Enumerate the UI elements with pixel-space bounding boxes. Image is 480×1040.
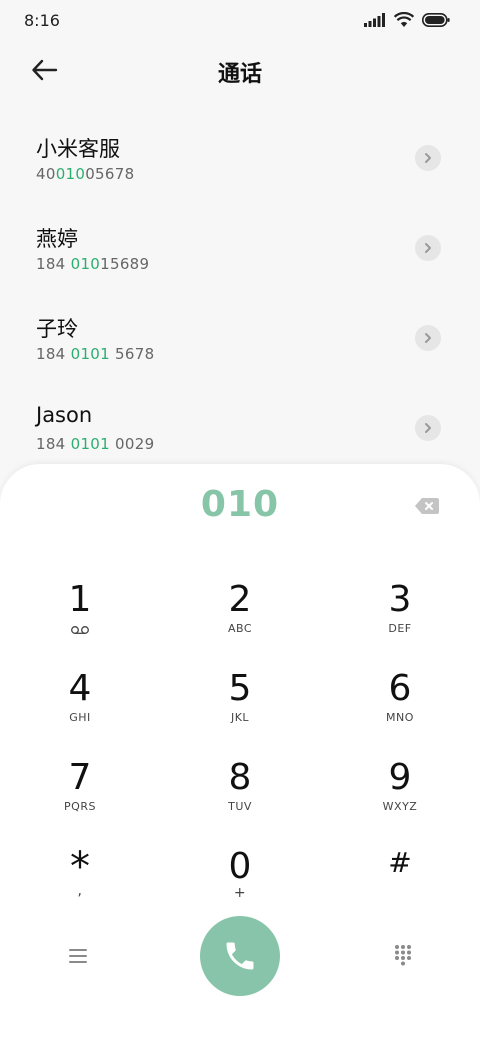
contact-number: 184 0101 5678 bbox=[36, 345, 155, 363]
call-button[interactable] bbox=[200, 916, 280, 996]
key-3[interactable]: 3 DEF bbox=[340, 580, 460, 660]
chevron-right-icon bbox=[425, 423, 431, 433]
dial-input[interactable]: 010 bbox=[0, 484, 480, 525]
status-time: 8:16 bbox=[24, 11, 60, 30]
backspace-icon bbox=[415, 498, 439, 514]
dialpad: 010 1 2 ABC 3 DEF 4 GHI 5 JKL 6 MNO 7 PQ… bbox=[0, 464, 480, 1040]
signal-icon bbox=[364, 13, 385, 27]
contact-item[interactable]: Jason 184 0101 0029 bbox=[0, 385, 480, 475]
key-4[interactable]: 4 GHI bbox=[20, 669, 140, 749]
menu-icon bbox=[69, 949, 87, 963]
contact-list: 小米客服 4001005678 燕婷 184 01015689 子玲 184 0… bbox=[0, 115, 480, 475]
contact-number: 4001005678 bbox=[36, 165, 135, 183]
match-highlight: 0101 bbox=[70, 435, 110, 453]
status-bar: 8:16 bbox=[0, 0, 480, 40]
contact-detail-button[interactable] bbox=[415, 415, 441, 441]
key-6[interactable]: 6 MNO bbox=[340, 669, 460, 749]
header: 通话 bbox=[0, 40, 480, 100]
key-2[interactable]: 2 ABC bbox=[180, 580, 300, 660]
chevron-right-icon bbox=[425, 243, 431, 253]
contact-item[interactable]: 子玲 184 0101 5678 bbox=[0, 295, 480, 385]
contact-detail-button[interactable] bbox=[415, 325, 441, 351]
contact-name: 燕婷 bbox=[36, 227, 78, 251]
contact-number: 184 0101 0029 bbox=[36, 435, 155, 453]
contact-name: Jason bbox=[36, 403, 93, 427]
menu-button[interactable] bbox=[66, 946, 90, 966]
contact-name: 小米客服 bbox=[36, 137, 120, 161]
wifi-icon bbox=[394, 12, 414, 27]
key-7[interactable]: 7 PQRS bbox=[20, 758, 140, 838]
match-highlight: 010 bbox=[55, 165, 86, 183]
contact-detail-button[interactable] bbox=[415, 235, 441, 261]
chevron-right-icon bbox=[425, 333, 431, 343]
dialpad-grid-icon bbox=[395, 945, 411, 966]
contact-item[interactable]: 燕婷 184 01015689 bbox=[0, 205, 480, 295]
keypad-toggle-button[interactable] bbox=[392, 944, 414, 966]
contact-name: 子玲 bbox=[36, 317, 78, 341]
match-highlight: 0101 bbox=[70, 345, 110, 363]
chevron-right-icon bbox=[425, 153, 431, 163]
contact-item[interactable]: 小米客服 4001005678 bbox=[0, 115, 480, 205]
backspace-button[interactable] bbox=[414, 496, 440, 516]
key-8[interactable]: 8 TUV bbox=[180, 758, 300, 838]
contact-detail-button[interactable] bbox=[415, 145, 441, 171]
contact-number: 184 01015689 bbox=[36, 255, 150, 273]
page-title: 通话 bbox=[217, 62, 262, 87]
status-icons bbox=[364, 12, 450, 28]
dialer-action-bar bbox=[0, 914, 480, 998]
phone-icon bbox=[226, 942, 254, 970]
key-5[interactable]: 5 JKL bbox=[180, 669, 300, 749]
battery-icon bbox=[422, 13, 450, 27]
key-9[interactable]: 9 WXYZ bbox=[340, 758, 460, 838]
match-highlight: 010 bbox=[70, 255, 101, 273]
key-1[interactable]: 1 bbox=[20, 580, 140, 660]
voicemail-icon bbox=[71, 626, 89, 634]
